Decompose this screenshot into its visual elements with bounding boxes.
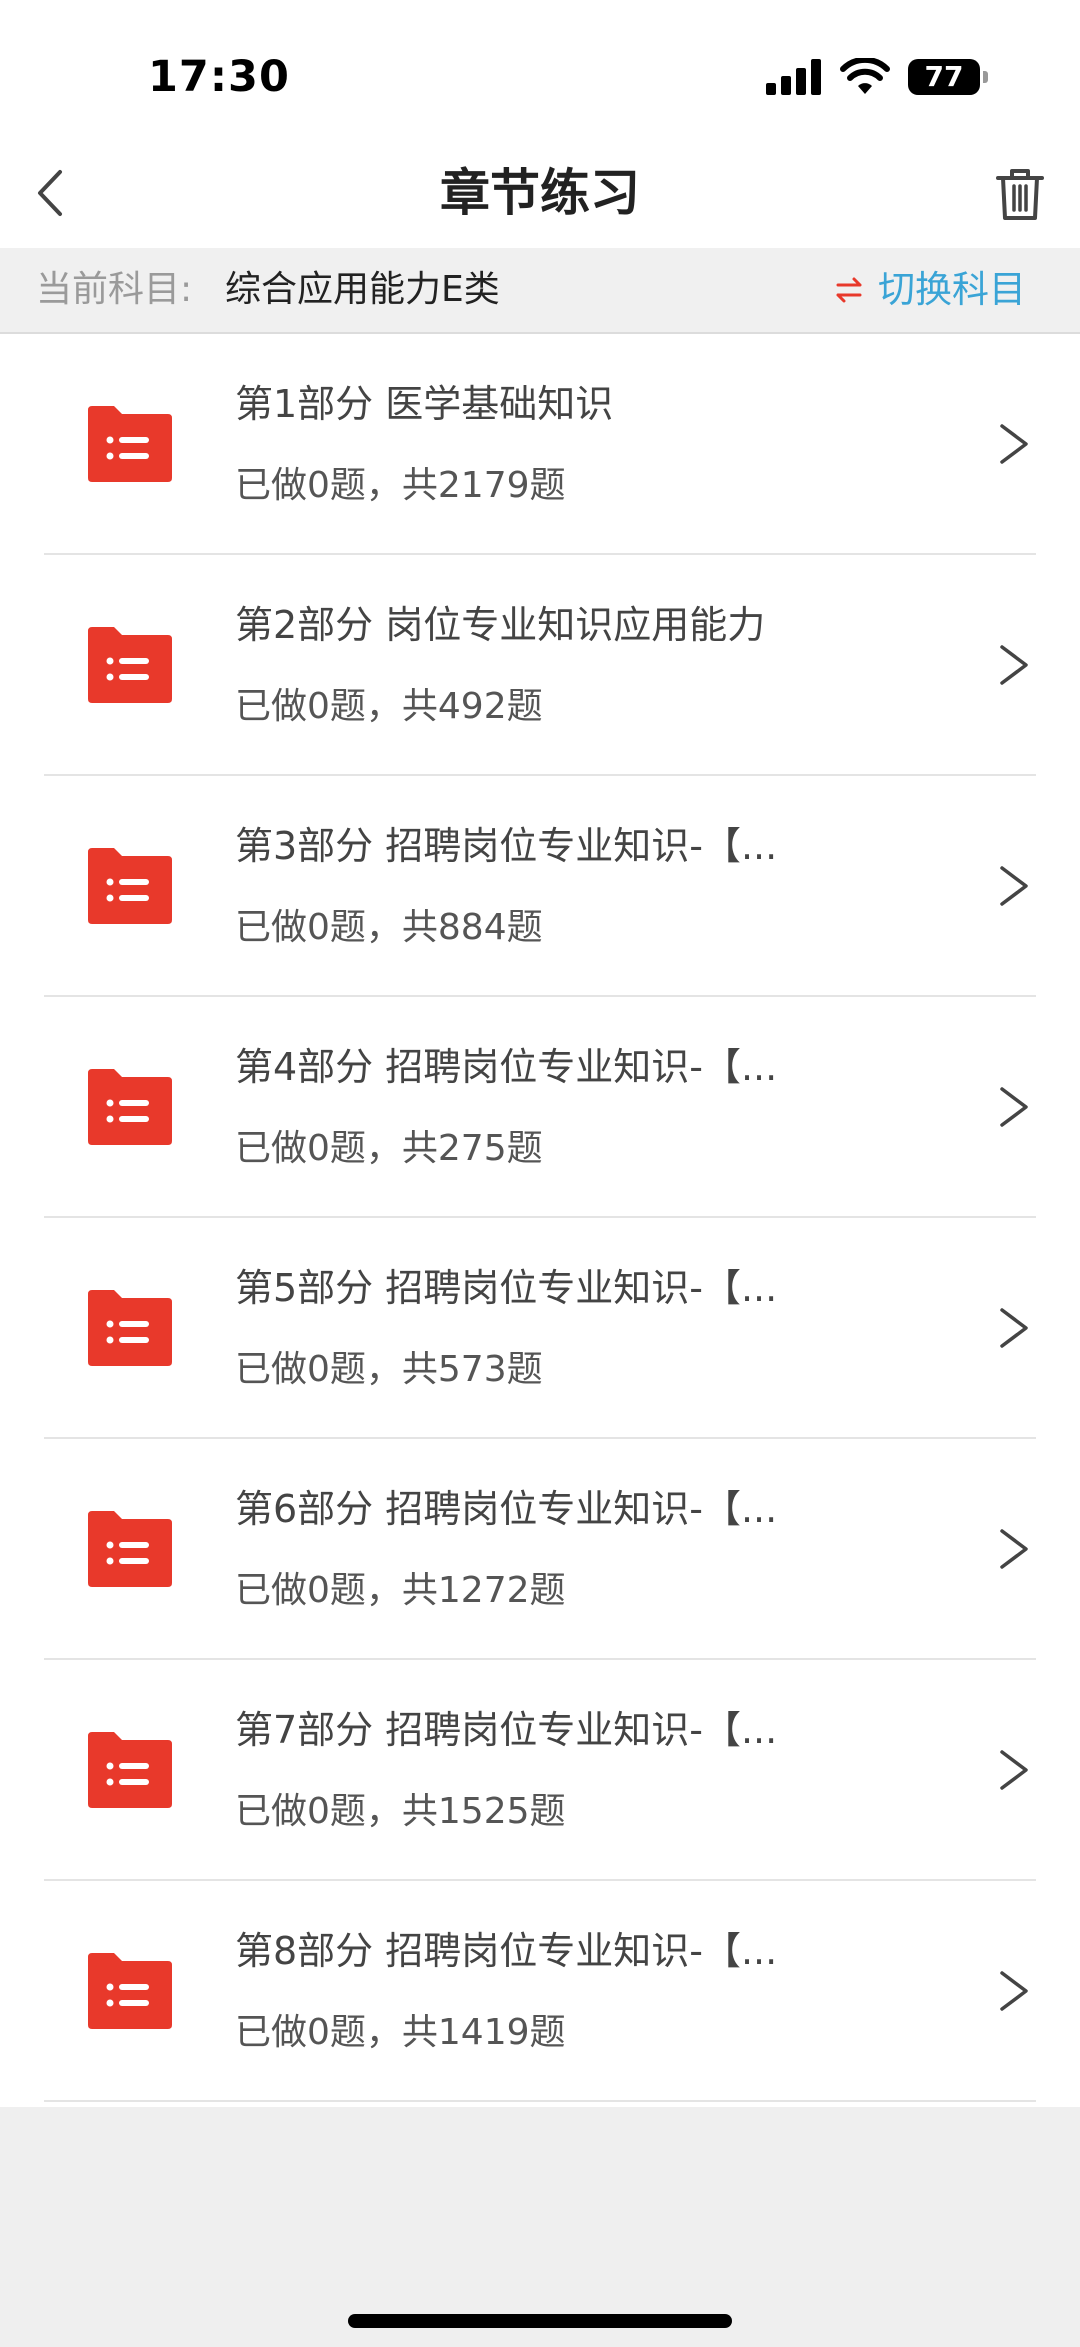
chapter-title: 第5部分 招聘岗位专业知识-【...: [235, 1266, 778, 1310]
chevron-right-icon: [1000, 1087, 1028, 1127]
folder-list-icon: [88, 1511, 172, 1587]
folder-list-icon: [88, 1953, 172, 2029]
chevron-right-icon: [1000, 866, 1028, 906]
folder-list-icon: [88, 627, 172, 703]
chapter-title: 第3部分 招聘岗位专业知识-【...: [235, 824, 778, 868]
signal-icon: [766, 59, 821, 95]
subject-label: 当前科目:: [36, 269, 193, 310]
subject-name: 综合应用能力E类: [225, 269, 500, 310]
chevron-right-icon: [1000, 645, 1028, 685]
chapter-progress: 已做0题，共492题: [235, 686, 543, 727]
chapter-item-6[interactable]: 第6部分 招聘岗位专业知识-【... 已做0题，共1272题: [0, 1439, 1080, 1660]
chapter-list: 第1部分 医学基础知识 已做0题，共2179题 第2部分 岗位专业知识应用能力 …: [0, 334, 1080, 2107]
chapter-title: 第2部分 岗位专业知识应用能力: [235, 603, 766, 647]
navigation-bar: 章节练习: [0, 140, 1080, 248]
battery-level: 77: [924, 60, 964, 93]
chapter-progress: 已做0题，共275题: [235, 1128, 543, 1169]
chapter-title: 第8部分 招聘岗位专业知识-【...: [235, 1929, 778, 1973]
battery-indicator: 77: [908, 59, 988, 95]
folder-list-icon: [88, 1290, 172, 1366]
status-time: 17:30: [148, 52, 290, 102]
folder-list-icon: [88, 1069, 172, 1145]
switch-subject-label: 切换科目: [878, 268, 1026, 311]
chapter-item-5[interactable]: 第5部分 招聘岗位专业知识-【... 已做0题，共573题: [0, 1218, 1080, 1439]
chapter-title: 第4部分 招聘岗位专业知识-【...: [235, 1045, 778, 1089]
folder-list-icon: [88, 1732, 172, 1808]
chevron-right-icon: [1000, 1971, 1028, 2011]
chapter-progress: 已做0题，共1272题: [235, 1570, 566, 1611]
chapter-title: 第6部分 招聘岗位专业知识-【...: [235, 1487, 778, 1531]
wifi-icon: [840, 58, 890, 94]
switch-subject-button[interactable]: 切换科目: [834, 268, 1026, 312]
chapter-progress: 已做0题，共884题: [235, 907, 543, 948]
chapter-progress: 已做0题，共573题: [235, 1349, 543, 1390]
chapter-progress: 已做0题，共2179题: [235, 465, 566, 506]
status-bar: 17:30 77: [0, 0, 1080, 150]
folder-list-icon: [88, 406, 172, 482]
swap-arrows-icon: [836, 277, 862, 303]
top-area: 17:30 77 章节练习: [0, 0, 1080, 248]
page-title: 章节练习: [440, 164, 640, 222]
chapter-progress: 已做0题，共1525题: [235, 1791, 566, 1832]
trash-icon[interactable]: [990, 164, 1050, 224]
chapter-progress: 已做0题，共1419题: [235, 2012, 566, 2053]
chevron-right-icon: [1000, 1529, 1028, 1569]
chevron-right-icon: [1000, 1308, 1028, 1348]
chapter-title: 第7部分 招聘岗位专业知识-【...: [235, 1708, 778, 1752]
chevron-right-icon: [1000, 424, 1028, 464]
chapter-item-8[interactable]: 第8部分 招聘岗位专业知识-【... 已做0题，共1419题: [0, 1881, 1080, 2102]
battery-tip: [983, 71, 988, 83]
chapter-item-4[interactable]: 第4部分 招聘岗位专业知识-【... 已做0题，共275题: [0, 997, 1080, 1218]
chapter-item-3[interactable]: 第3部分 招聘岗位专业知识-【... 已做0题，共884题: [0, 776, 1080, 997]
subject-bar: 当前科目: 综合应用能力E类 切换科目: [0, 248, 1080, 334]
chapter-item-7[interactable]: 第7部分 招聘岗位专业知识-【... 已做0题，共1525题: [0, 1660, 1080, 1881]
home-indicator[interactable]: [348, 2314, 732, 2328]
chapter-item-2[interactable]: 第2部分 岗位专业知识应用能力 已做0题，共492题: [0, 555, 1080, 776]
folder-list-icon: [88, 848, 172, 924]
chapter-item-1[interactable]: 第1部分 医学基础知识 已做0题，共2179题: [0, 334, 1080, 555]
chapter-title: 第1部分 医学基础知识: [235, 382, 614, 426]
divider: [44, 2100, 1036, 2102]
status-icons: 77: [766, 58, 988, 96]
chevron-right-icon: [1000, 1750, 1028, 1790]
